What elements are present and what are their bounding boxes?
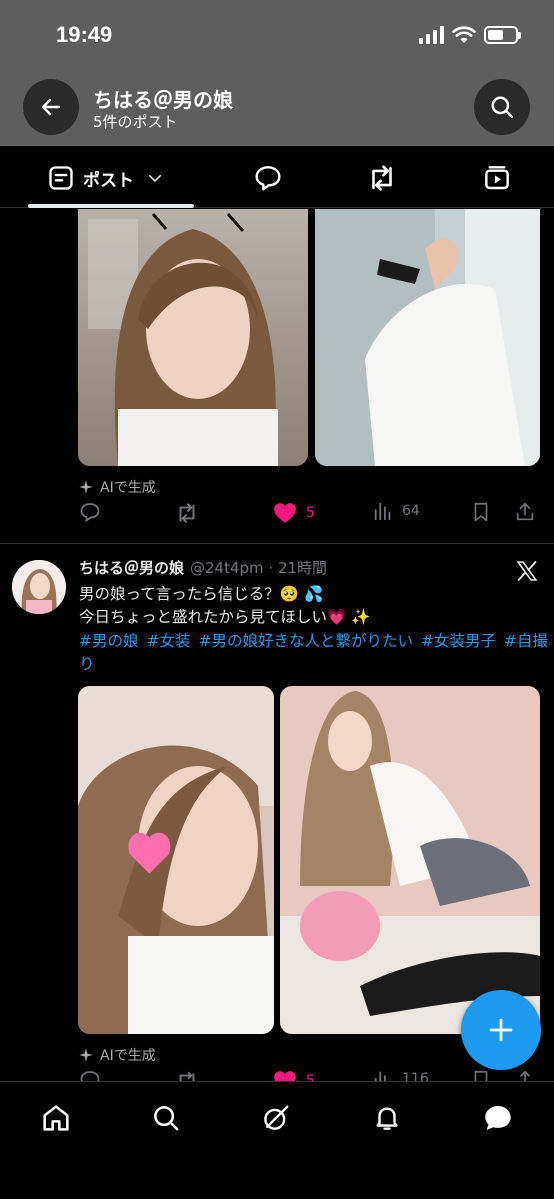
bell-icon	[376, 1107, 398, 1130]
tab-reposts[interactable]	[365, 160, 399, 196]
post2-header: ちはる＠男の娘 @24t4pm · 21時間	[79, 557, 327, 578]
chevron-down-icon	[149, 175, 161, 182]
compose-button[interactable]	[461, 990, 541, 1070]
post2-author-name[interactable]: ちはる＠男の娘	[79, 559, 184, 577]
post2-handle-time: @24t4pm · 21時間	[190, 559, 328, 577]
search-icon	[491, 96, 513, 118]
top-bar: 19:49 ちはる＠男の娘 5件のポスト	[0, 0, 554, 146]
post2-reply-button[interactable]	[78, 1068, 102, 1081]
post2-bookmark-button[interactable]	[470, 1068, 492, 1081]
x-logo-icon	[516, 561, 538, 581]
post2-photo-1[interactable]	[78, 686, 274, 1034]
repost-icon	[179, 503, 195, 523]
post2-hashtags: #男の娘 #女装 #男の娘好きな人と繋がりたい #女装男子 #自撮り	[79, 630, 549, 676]
nav-search[interactable]	[146, 1100, 186, 1136]
bottom-nav	[0, 1081, 554, 1199]
search-button[interactable]	[474, 79, 530, 135]
post1-ai-text: AIで生成	[100, 480, 156, 496]
reply-icon	[80, 1071, 100, 1081]
post1-view-count: 64	[402, 503, 420, 519]
post2-view-count: 116	[402, 1071, 429, 1081]
post2-ai-label: AIで生成	[78, 1045, 156, 1065]
post2-like-button[interactable]: 5	[272, 1068, 315, 1081]
tab-replies[interactable]	[252, 160, 284, 196]
search-icon	[154, 1106, 179, 1131]
post2-views-button[interactable]: 116	[372, 1068, 429, 1081]
tab-media[interactable]	[481, 160, 513, 196]
post1-like-count: 5	[306, 505, 315, 521]
repost-icon	[372, 165, 392, 191]
nav-messages[interactable]	[478, 1100, 518, 1136]
hashtag-link[interactable]: #女装男子	[421, 632, 496, 650]
battery-icon	[484, 26, 521, 44]
signal-icon	[419, 26, 444, 44]
post2-text-line-1: 男の娘って言ったら信じる？🥺 💦	[79, 585, 324, 603]
repost-icon	[179, 1071, 195, 1081]
post2-like-count: 5	[306, 1073, 315, 1081]
status-icons	[419, 26, 521, 44]
post2-avatar[interactable]	[12, 560, 66, 614]
sparkle-icon	[79, 1048, 93, 1062]
nav-grok[interactable]	[256, 1100, 296, 1136]
plus-icon	[489, 1018, 513, 1042]
media-icon	[485, 166, 509, 190]
tab-posts[interactable]: ポスト	[47, 160, 164, 196]
post1-share-button[interactable]	[514, 500, 536, 524]
post2-ai-text: AIで生成	[100, 1048, 156, 1064]
profile-tabs: ポスト	[0, 146, 554, 208]
tab-posts-label: ポスト	[83, 170, 134, 191]
home-icon	[43, 1105, 69, 1131]
nav-home[interactable]	[36, 1100, 76, 1136]
post1-actions: 5 64	[78, 500, 538, 530]
share-icon	[516, 502, 534, 521]
profile-name: ちはる＠男の娘	[93, 88, 233, 112]
heart-filled-icon	[274, 503, 296, 523]
post1-like-button[interactable]: 5	[272, 500, 315, 526]
views-icon	[374, 502, 391, 521]
arrow-left-icon	[41, 98, 61, 116]
back-button[interactable]	[23, 79, 79, 135]
messages-icon	[485, 1105, 511, 1131]
wifi-icon	[452, 26, 476, 43]
post1-views-button[interactable]: 64	[372, 500, 420, 522]
views-icon	[374, 1071, 391, 1081]
heart-filled-icon	[274, 1071, 296, 1081]
hashtag-link[interactable]: #男の娘	[79, 632, 139, 650]
post1-repost-button[interactable]	[174, 500, 200, 526]
post2-actions: 5 116	[78, 1068, 538, 1081]
hashtag-link[interactable]: #女装	[147, 632, 191, 650]
post2-share-button[interactable]	[514, 1068, 536, 1081]
grok-icon	[264, 1105, 289, 1130]
post-divider	[0, 543, 554, 544]
post2-repost-button[interactable]	[174, 1068, 200, 1081]
reply-icon	[80, 503, 100, 523]
post1-bookmark-button[interactable]	[470, 500, 492, 524]
post2-photo-2[interactable]	[280, 686, 540, 1034]
post1-photo-1[interactable]	[78, 209, 308, 466]
sparkle-icon	[79, 480, 93, 494]
bookmark-icon	[474, 502, 488, 522]
share-icon	[519, 1070, 531, 1081]
bookmark-icon	[474, 1070, 488, 1081]
post1-photo-2[interactable]	[315, 209, 540, 466]
hashtag-link[interactable]: #男の娘好きな人と繋がりたい	[199, 632, 414, 650]
tab-underline	[28, 204, 194, 208]
post1-ai-label: AIで生成	[78, 477, 156, 497]
reply-icon	[255, 166, 281, 191]
post-count: 5件のポスト	[93, 113, 178, 131]
status-time: 19:49	[56, 22, 113, 47]
post1-reply-button[interactable]	[78, 500, 102, 524]
post2-text-line-2: 今日ちょっと盛れたから見てほしい💗 ✨	[79, 608, 371, 626]
nav-notifications[interactable]	[367, 1100, 407, 1136]
post-icon	[49, 166, 73, 190]
